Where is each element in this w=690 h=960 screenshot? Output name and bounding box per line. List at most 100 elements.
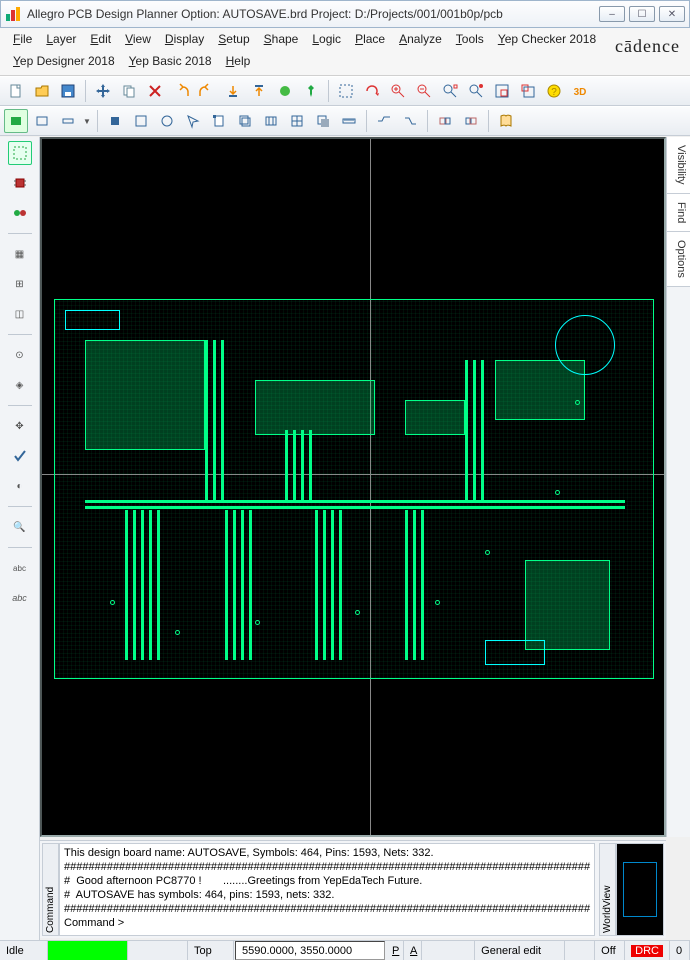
- stop-shape-button[interactable]: [103, 109, 127, 133]
- pin-button[interactable]: [299, 79, 323, 103]
- design-canvas[interactable]: [40, 137, 666, 837]
- jog-h-button[interactable]: [372, 109, 396, 133]
- right-panel-tabs: Visibility Find Options: [666, 137, 690, 837]
- save-button[interactable]: [56, 79, 80, 103]
- arrow-shape-button[interactable]: [181, 109, 205, 133]
- pellet-button[interactable]: [273, 79, 297, 103]
- grab-tool[interactable]: ✥: [8, 414, 32, 438]
- tab-find[interactable]: Find: [667, 194, 690, 232]
- menu-place[interactable]: Place: [348, 30, 392, 48]
- status-p[interactable]: P: [386, 941, 404, 960]
- undo-button[interactable]: [169, 79, 193, 103]
- close-button[interactable]: ✕: [659, 6, 685, 22]
- status-coords: 5590.0000, 3550.0000: [235, 941, 385, 960]
- zoom-out-button[interactable]: [412, 79, 436, 103]
- menu-view[interactable]: View: [118, 30, 158, 48]
- 3d-button[interactable]: 3D: [568, 79, 592, 103]
- via-tool[interactable]: [8, 201, 32, 225]
- etch-tool[interactable]: [8, 141, 32, 165]
- main-toolbar: ? 3D: [0, 76, 690, 106]
- pcb-outline: [54, 299, 654, 679]
- worldview-minimap[interactable]: [616, 843, 664, 936]
- chip-tool[interactable]: [8, 171, 32, 195]
- layers-button[interactable]: [233, 109, 257, 133]
- text-small-tool[interactable]: abc: [8, 556, 32, 580]
- grid-button[interactable]: [285, 109, 309, 133]
- rect-thin-button[interactable]: [56, 109, 80, 133]
- status-filter: Off: [595, 941, 625, 960]
- menu-file[interactable]: File: [6, 30, 39, 48]
- menu-layer[interactable]: Layer: [39, 30, 83, 48]
- book-button[interactable]: [494, 109, 518, 133]
- net-tool[interactable]: ⊞: [8, 272, 32, 296]
- status-count: 0: [670, 941, 690, 960]
- console-output[interactable]: This design board name: AUTOSAVE, Symbol…: [59, 843, 595, 936]
- rect-outline-button[interactable]: [30, 109, 54, 133]
- rect-fill-button[interactable]: [4, 109, 28, 133]
- delete-button[interactable]: [143, 79, 167, 103]
- app-icon: [5, 6, 21, 22]
- circle-button[interactable]: [155, 109, 179, 133]
- status-mode: Idle: [0, 941, 48, 960]
- pin2-tool[interactable]: ◈: [8, 373, 32, 397]
- sheet-button[interactable]: [207, 109, 231, 133]
- search-tool[interactable]: 🔍: [8, 515, 32, 539]
- pad-tool[interactable]: ◫: [8, 302, 32, 326]
- move-button[interactable]: [91, 79, 115, 103]
- brand-logo: cādence: [615, 36, 680, 57]
- menu-yep-basic[interactable]: Yep Basic 2018: [122, 52, 219, 70]
- menu-display[interactable]: Display: [158, 30, 211, 48]
- refresh-button[interactable]: [360, 79, 384, 103]
- zoom-world-button[interactable]: [516, 79, 540, 103]
- step-down-button[interactable]: [221, 79, 245, 103]
- rect3-button[interactable]: [259, 109, 283, 133]
- menu-analyze[interactable]: Analyze: [392, 30, 449, 48]
- status-bar: Idle Top 5590.0000, 3550.0000 P A Genera…: [0, 940, 690, 960]
- menu-help[interactable]: Help: [219, 52, 258, 70]
- menu-yep-checker[interactable]: Yep Checker 2018: [491, 30, 603, 48]
- zoom-find-button[interactable]: [464, 79, 488, 103]
- unknown-tool[interactable]: ◐: [8, 474, 32, 498]
- status-progress: [48, 941, 128, 960]
- svg-text:3D: 3D: [574, 87, 587, 98]
- tab-visibility[interactable]: Visibility: [667, 137, 690, 194]
- status-a[interactable]: A: [404, 941, 422, 960]
- pin1-tool[interactable]: ⊙: [8, 343, 32, 367]
- zoom-window-button[interactable]: [490, 79, 514, 103]
- minimize-button[interactable]: –: [599, 6, 625, 22]
- status-layer[interactable]: Top: [188, 941, 234, 960]
- menu-tools[interactable]: Tools: [449, 30, 491, 48]
- shadow-button[interactable]: [311, 109, 335, 133]
- nav-next-button[interactable]: [459, 109, 483, 133]
- copy-button[interactable]: [117, 79, 141, 103]
- zoom-fit-button[interactable]: [438, 79, 462, 103]
- help-icon-button[interactable]: ?: [542, 79, 566, 103]
- maximize-button[interactable]: ☐: [629, 6, 655, 22]
- redo-button[interactable]: [195, 79, 219, 103]
- zoom-in-button[interactable]: [386, 79, 410, 103]
- menu-yep-designer[interactable]: Yep Designer 2018: [6, 52, 122, 70]
- jog-z-button[interactable]: [398, 109, 422, 133]
- menu-setup[interactable]: Setup: [211, 30, 256, 48]
- status-drc[interactable]: DRC: [625, 941, 670, 960]
- square-button[interactable]: [129, 109, 153, 133]
- constraint-tool[interactable]: ▦: [8, 242, 32, 266]
- window-title: Allegro PCB Design Planner Option: AUTOS…: [27, 7, 503, 21]
- shape-dropdown[interactable]: ▼: [82, 117, 92, 126]
- menu-shape[interactable]: Shape: [257, 30, 306, 48]
- new-button[interactable]: [4, 79, 28, 103]
- step-up-button[interactable]: [247, 79, 271, 103]
- nav-prev-button[interactable]: [433, 109, 457, 133]
- shape-toolbar: ▼: [0, 106, 690, 136]
- ruler-button[interactable]: [337, 109, 361, 133]
- text-tool[interactable]: abc: [8, 586, 32, 610]
- tab-options[interactable]: Options: [667, 232, 690, 287]
- menu-logic[interactable]: Logic: [305, 30, 348, 48]
- left-toolbar: ▦ ⊞ ◫ ⊙ ◈ ✥ ◐ 🔍 abc abc: [0, 137, 40, 940]
- console-area: Command This design board name: AUTOSAVE…: [40, 840, 666, 938]
- menu-edit[interactable]: Edit: [83, 30, 118, 48]
- open-button[interactable]: [30, 79, 54, 103]
- window-select-button[interactable]: [334, 79, 358, 103]
- menubar: File Layer Edit View Display Setup Shape…: [0, 28, 690, 76]
- check-tool[interactable]: [8, 444, 32, 468]
